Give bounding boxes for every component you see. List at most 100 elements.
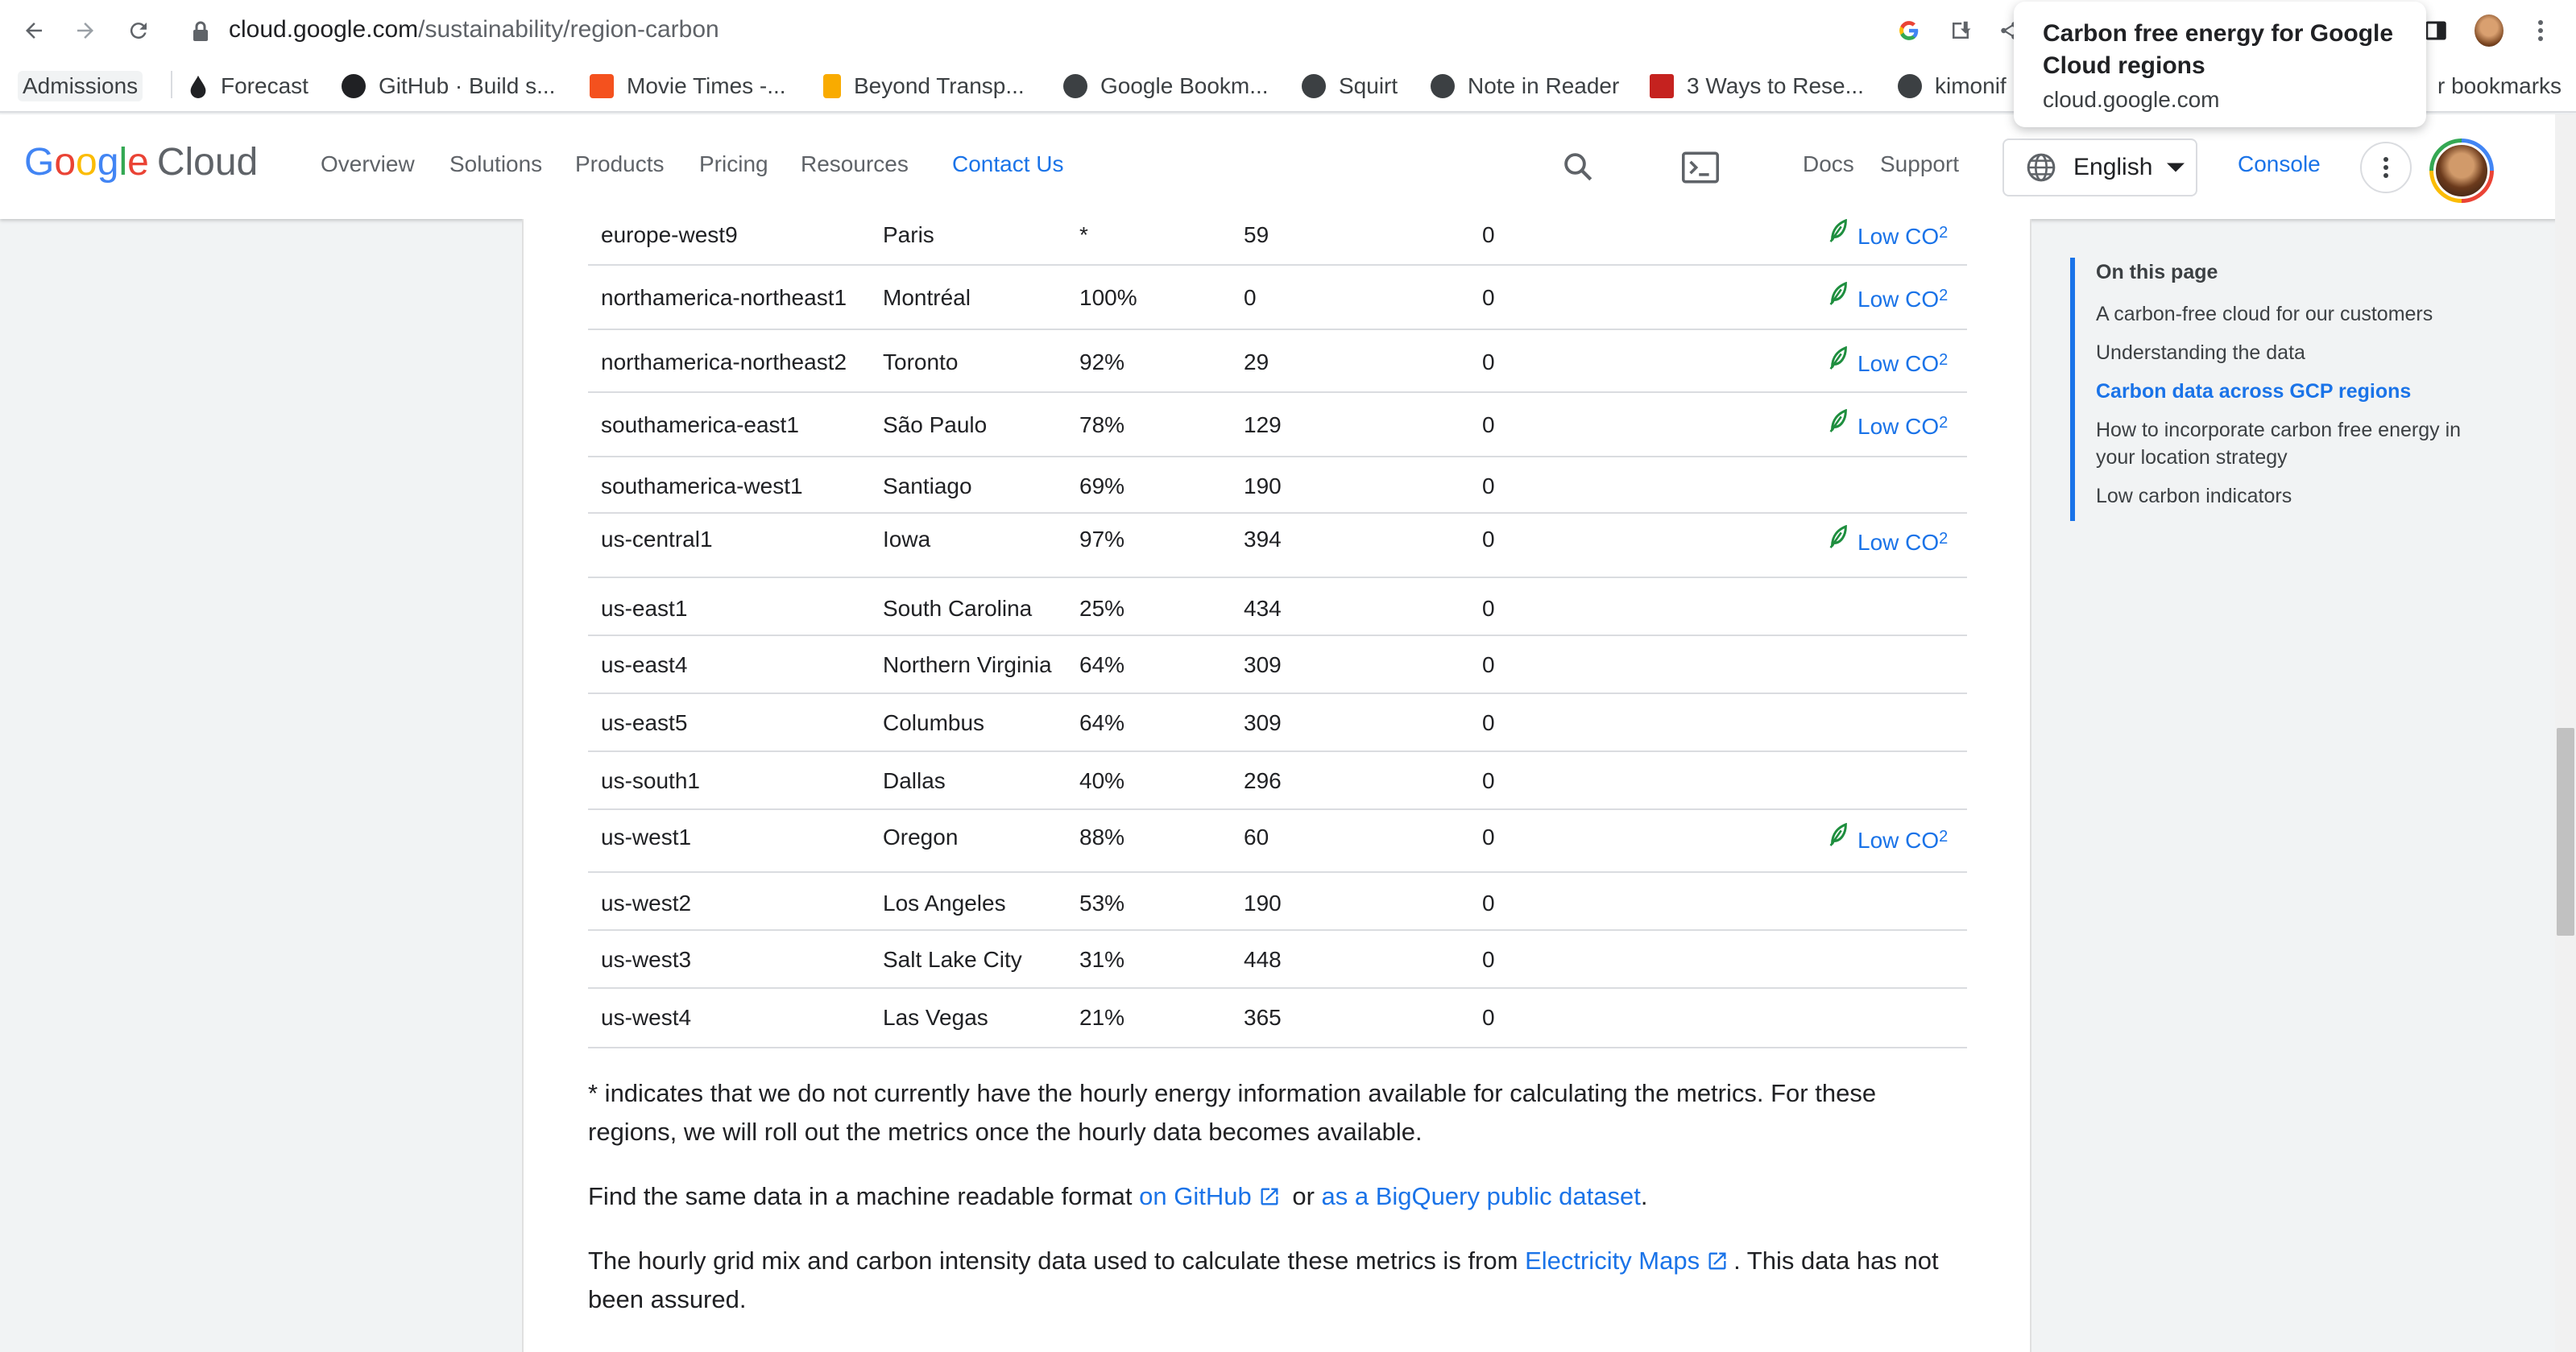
- location: Oregon: [883, 825, 959, 850]
- low-co2-badge[interactable]: Low CO 2: [1828, 282, 1948, 312]
- bigquery-link[interactable]: as a BigQuery public dataset: [1322, 1182, 1641, 1210]
- bookmark-note-in-reader[interactable]: Note in Reader: [1431, 71, 1619, 101]
- globe-icon: [1431, 74, 1455, 98]
- carbon-intensity: 309: [1244, 652, 1282, 677]
- low-co2-badge[interactable]: Low CO 2: [1828, 525, 1949, 556]
- language-selector[interactable]: English: [2002, 139, 2197, 196]
- nav-solutions[interactable]: Solutions: [449, 151, 542, 177]
- cfe-percent: 88%: [1079, 825, 1125, 850]
- lock-icon[interactable]: [192, 21, 209, 46]
- docs-link[interactable]: Docs: [1803, 151, 1854, 177]
- net-emissions: 0: [1482, 825, 1495, 850]
- support-link[interactable]: Support: [1880, 151, 1959, 177]
- hourly-text: The hourly grid mix and carbon intensity…: [588, 1247, 1518, 1275]
- region-name: us-west1: [601, 825, 692, 850]
- table-row: southamerica-west1 Santiago 69% 190 0: [588, 457, 1967, 514]
- bookmark-movie-times[interactable]: Movie Times -...: [590, 71, 786, 101]
- other-bookmarks[interactable]: r bookmarks: [2437, 71, 2562, 101]
- region-name: europe-west9: [601, 222, 738, 247]
- chevron-down-icon: [2167, 163, 2185, 172]
- google-cloud-logo[interactable]: Google Cloud: [24, 140, 258, 184]
- table-row: us-south1 Dallas 40% 296 0: [588, 752, 1967, 810]
- table-row: southamerica-east1 São Paulo 78% 129 0 L…: [588, 393, 1967, 457]
- bookmark-beyond-transp[interactable]: Beyond Transp...: [823, 71, 1025, 101]
- more-options-icon[interactable]: [2360, 142, 2412, 193]
- bookmark-admissions[interactable]: Admissions: [18, 71, 143, 101]
- bookmark-google-bookm[interactable]: Google Bookm...: [1063, 71, 1269, 101]
- region-name: southamerica-east1: [601, 412, 799, 437]
- bookmark-label: Forecast: [221, 73, 309, 98]
- find-text: Find the same data in a machine readable…: [588, 1182, 1133, 1210]
- cfe-percent: 31%: [1079, 947, 1125, 972]
- cloud-shell-icon[interactable]: [1682, 151, 1719, 188]
- carbon-intensity: 296: [1244, 768, 1282, 793]
- account-avatar[interactable]: [2429, 139, 2494, 203]
- low-co2-badge[interactable]: Low CO 2: [1828, 823, 1948, 854]
- nav-products[interactable]: Products: [575, 151, 665, 177]
- bookmark-kimonif[interactable]: kimonif: [1898, 71, 2007, 101]
- region-name: us-south1: [601, 768, 700, 793]
- toc-item-carbon-free-cloud[interactable]: A carbon-free cloud for our customers: [2096, 300, 2489, 328]
- carbon-intensity: 59: [1244, 222, 1269, 247]
- github-link[interactable]: on GitHub: [1139, 1182, 1286, 1210]
- bookmark-label: Note in Reader: [1468, 73, 1620, 98]
- low-co2-badge[interactable]: Low CO 2: [1828, 409, 1948, 440]
- install-icon[interactable]: [1946, 16, 1975, 45]
- nav-overview[interactable]: Overview: [321, 151, 415, 177]
- reload-icon[interactable]: [122, 14, 155, 47]
- bookmark-label: Beyond Transp...: [854, 73, 1025, 98]
- cfe-percent: 92%: [1079, 349, 1125, 374]
- google-icon[interactable]: [1895, 16, 1924, 45]
- region-name: us-west4: [601, 1005, 692, 1030]
- back-icon[interactable]: [18, 14, 50, 47]
- low-co2-subscript: 2: [1939, 224, 1949, 242]
- globe-icon: [1898, 74, 1922, 98]
- bookmark-label: Admissions: [23, 73, 139, 98]
- scrollbar-thumb[interactable]: [2557, 728, 2574, 936]
- nav-resources[interactable]: Resources: [801, 151, 909, 177]
- toc-item-location-strategy[interactable]: How to incorporate carbon free energy in…: [2096, 416, 2489, 471]
- bookmark-3-ways[interactable]: 3 Ways to Rese...: [1650, 71, 1864, 101]
- bookmark-squirt[interactable]: Squirt: [1302, 71, 1398, 101]
- cfe-percent: 78%: [1079, 412, 1125, 437]
- external-link-icon: [1708, 1252, 1726, 1270]
- location: Montréal: [883, 285, 971, 310]
- leaf-icon: [1829, 282, 1847, 305]
- low-co2-badge[interactable]: Low CO 2: [1828, 219, 1949, 250]
- console-link[interactable]: Console: [2238, 151, 2321, 177]
- location: South Carolina: [883, 596, 1033, 621]
- leaf-icon: [1829, 346, 1847, 370]
- beyond-icon: [823, 74, 841, 98]
- carbon-intensity: 129: [1244, 412, 1282, 437]
- low-co2-label: Low CO: [1857, 224, 1940, 249]
- bookmark-forecast[interactable]: Forecast: [188, 71, 309, 101]
- search-icon[interactable]: [1561, 150, 1595, 188]
- location: Los Angeles: [883, 891, 1006, 916]
- cfe-percent: 97%: [1079, 527, 1125, 552]
- location: Northern Virginia: [883, 652, 1052, 677]
- url-bar[interactable]: cloud.google.com/sustainability/region-c…: [229, 16, 719, 43]
- low-co2-badge[interactable]: Low CO 2: [1828, 346, 1948, 377]
- browser-menu-icon[interactable]: [2526, 16, 2555, 45]
- toc-item-understanding-data[interactable]: Understanding the data: [2096, 339, 2489, 366]
- profile-avatar-small[interactable]: [2475, 14, 2504, 47]
- toc-item-carbon-data-regions[interactable]: Carbon data across GCP regions: [2096, 378, 2489, 405]
- toc-item-low-carbon-indicators[interactable]: Low carbon indicators: [2096, 482, 2489, 510]
- bookmark-github[interactable]: GitHub · Build s...: [342, 71, 555, 101]
- net-emissions: 0: [1482, 1005, 1495, 1030]
- low-co2-subscript: 2: [1939, 530, 1949, 548]
- location: Toronto: [883, 349, 959, 374]
- table-row: northamerica-northeast1 Montréal 100% 0 …: [588, 266, 1967, 330]
- external-link-icon: [1261, 1188, 1278, 1205]
- region-name: us-west3: [601, 947, 692, 972]
- leaf-icon: [1829, 409, 1847, 432]
- nav-pricing[interactable]: Pricing: [699, 151, 768, 177]
- nav-contact-us[interactable]: Contact Us: [952, 151, 1064, 177]
- metrics-note: * indicates that we do not currently hav…: [588, 1079, 1877, 1146]
- electricity-maps-link[interactable]: Electricity Maps: [1525, 1247, 1733, 1275]
- forward-icon[interactable]: [69, 14, 101, 47]
- region-name: us-west2: [601, 891, 692, 916]
- red-book-icon: [1650, 74, 1674, 98]
- period-text: .: [1640, 1182, 1648, 1210]
- location: Iowa: [883, 527, 931, 552]
